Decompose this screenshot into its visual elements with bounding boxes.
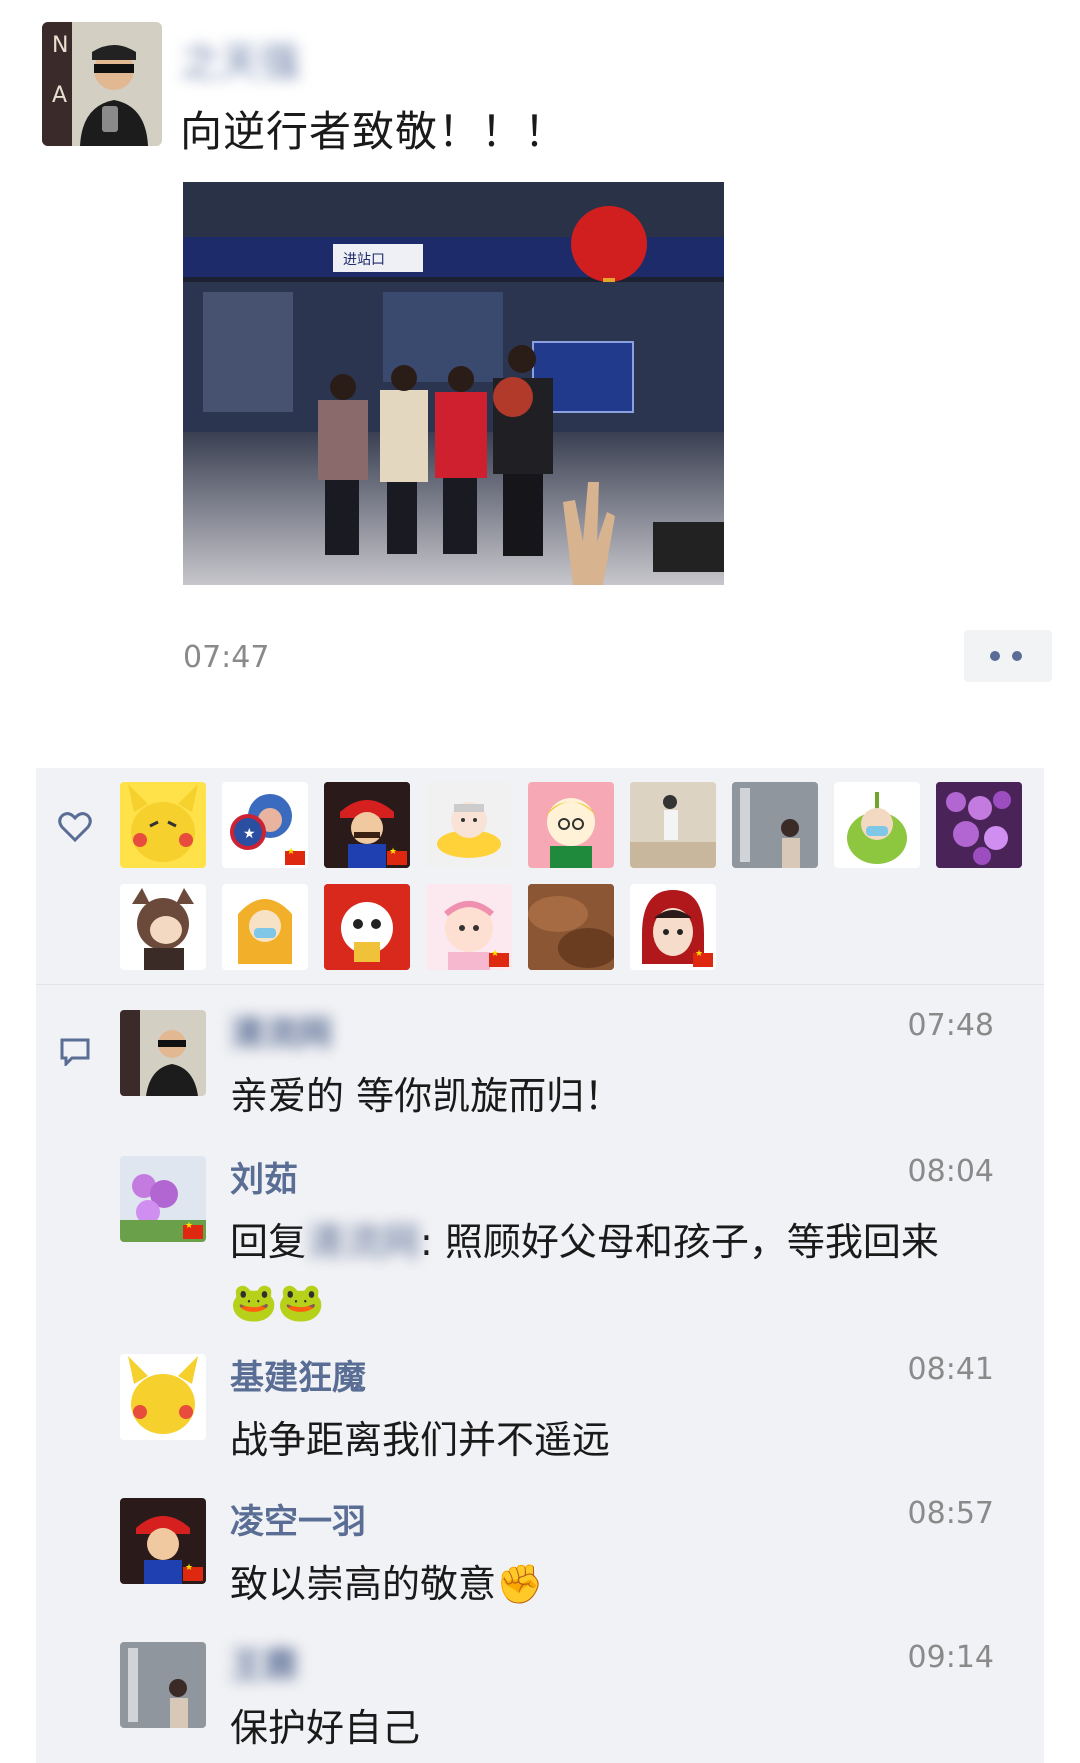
post-photo[interactable]: 进站口: [183, 182, 724, 585]
comment-time: 09:14: [907, 1640, 994, 1675]
liker-avatar[interactable]: [834, 782, 920, 868]
commenter-avatar[interactable]: [120, 1498, 206, 1584]
svg-text:A: A: [52, 83, 67, 108]
commenter-name[interactable]: 基建狂魔: [230, 1350, 366, 1399]
post-time: 07:47: [183, 640, 270, 675]
liker-avatar[interactable]: [630, 782, 716, 868]
commenter-name[interactable]: 凌空一羽: [230, 1494, 366, 1543]
liker-avatar[interactable]: [120, 884, 206, 970]
commenter-name[interactable]: 刘茹: [230, 1152, 298, 1201]
dot-icon: [1012, 651, 1022, 661]
reply-prefix: 回复: [230, 1220, 307, 1264]
frog-emoji-icon: 🐸🐸: [230, 1280, 325, 1324]
post-text: 向逆行者致敬！！！: [180, 107, 568, 156]
liker-avatar[interactable]: [324, 782, 410, 868]
comment-icon: [58, 1036, 92, 1068]
comment-text: 回复清流网: 照顾好父母和孩子，等我回来 🐸🐸: [230, 1212, 1000, 1332]
liker-avatar[interactable]: [120, 782, 206, 868]
comment-text: 致以崇高的敬意✊: [230, 1554, 1000, 1614]
liker-avatar[interactable]: [630, 884, 716, 970]
comment-text: 亲爱的 等你凯旋而归！: [230, 1074, 623, 1118]
commenter-avatar[interactable]: [120, 1642, 206, 1728]
liker-avatar[interactable]: [732, 782, 818, 868]
china-flag-badge: [183, 1221, 203, 1239]
divider: [36, 984, 1044, 985]
comment-text: 保护好自己: [230, 1706, 421, 1750]
comment-time: 08:04: [907, 1154, 994, 1189]
commenter-avatar[interactable]: [120, 1156, 206, 1242]
commenter-avatar[interactable]: [120, 1010, 206, 1096]
liker-avatar[interactable]: ★: [222, 782, 308, 868]
china-flag-badge: [183, 1563, 203, 1581]
dot-icon: [990, 651, 1000, 661]
svg-text:★: ★: [243, 826, 256, 842]
comment-time: 08:41: [907, 1352, 994, 1387]
heart-icon: [58, 810, 92, 844]
liker-avatar[interactable]: [528, 782, 614, 868]
poster-avatar[interactable]: N A: [42, 22, 162, 146]
china-flag-badge: [693, 949, 713, 967]
liker-avatar[interactable]: [222, 884, 308, 970]
svg-text:N: N: [52, 33, 68, 58]
reply-body: : 照顾好父母和孩子，等我回来: [420, 1220, 939, 1264]
china-flag-badge: [489, 949, 509, 967]
poster-name[interactable]: 之天强: [180, 30, 300, 88]
comment-body: 致以崇高的敬意: [230, 1562, 497, 1606]
comment-time: 07:48: [907, 1008, 994, 1043]
commenter-avatar[interactable]: [120, 1354, 206, 1440]
china-flag-badge: [387, 847, 407, 865]
reply-target[interactable]: 清流网: [306, 1220, 420, 1264]
liker-avatar[interactable]: [426, 782, 512, 868]
china-flag-badge: [285, 847, 305, 865]
commenter-name[interactable]: 清流网: [230, 1006, 332, 1055]
liker-avatar[interactable]: [324, 884, 410, 970]
liker-avatar[interactable]: [936, 782, 1022, 868]
more-options-button[interactable]: [964, 630, 1052, 682]
commenter-name[interactable]: 王霖: [230, 1638, 298, 1687]
comment-time: 08:57: [907, 1496, 994, 1531]
entrance-sign: 进站口: [343, 252, 385, 268]
liker-avatar[interactable]: [528, 884, 614, 970]
fist-emoji-icon: ✊: [496, 1562, 544, 1606]
comment-text: 战争距离我们并不遥远: [230, 1418, 611, 1462]
liker-avatar[interactable]: [426, 884, 512, 970]
